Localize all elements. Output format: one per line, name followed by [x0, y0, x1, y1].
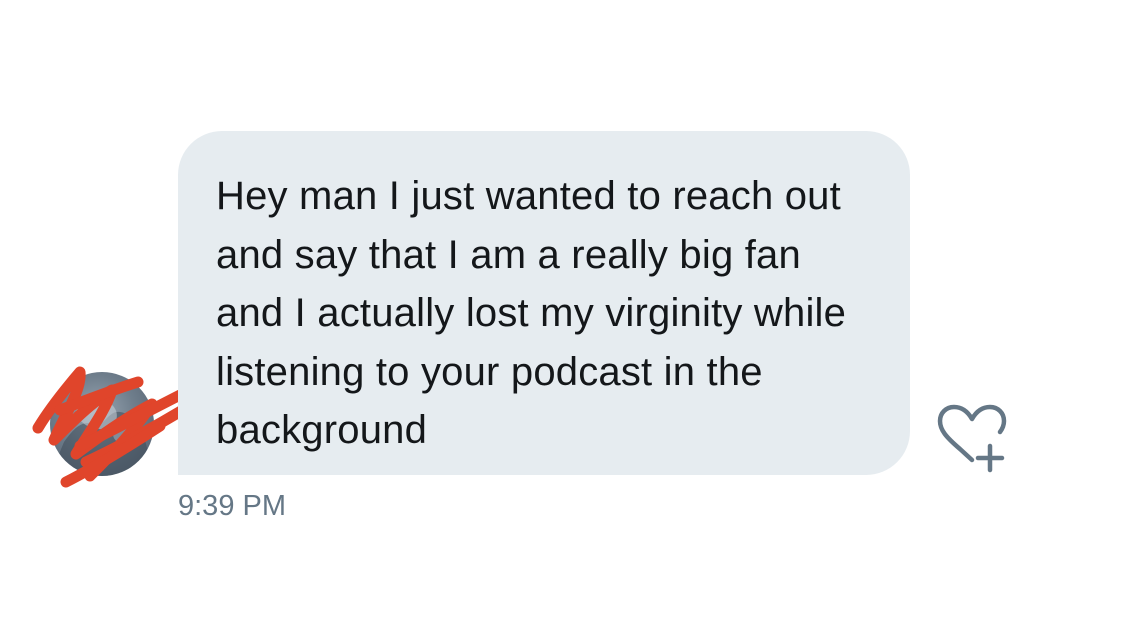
message-timestamp: 9:39 PM — [178, 490, 286, 522]
sender-avatar[interactable] — [50, 372, 154, 476]
like-message-button[interactable] — [932, 404, 1012, 476]
heart-plus-icon — [937, 404, 1007, 473]
avatar-icon — [50, 400, 154, 476]
message-text: Hey man I just wanted to reach out and s… — [216, 174, 847, 452]
message-bubble[interactable]: Hey man I just wanted to reach out and s… — [178, 131, 910, 475]
message-row: Hey man I just wanted to reach out and s… — [0, 0, 1125, 630]
